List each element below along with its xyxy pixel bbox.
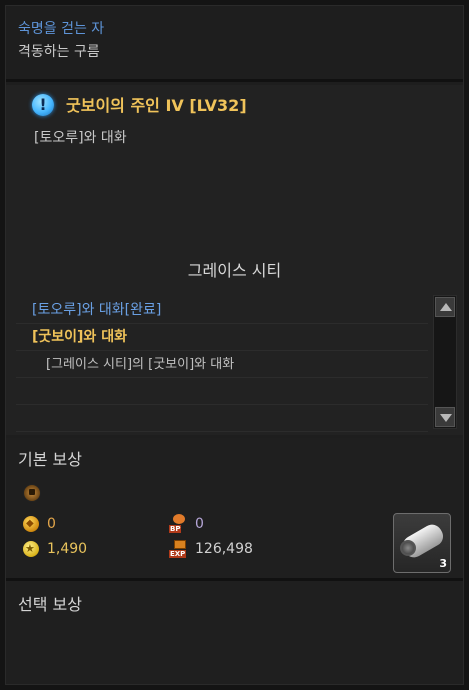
reward-item-slot[interactable]: 3 [393,513,451,573]
gold-coin-icon [23,514,39,534]
basic-rewards-title: 기본 보상 [18,450,82,469]
bp-value: 0 [195,516,204,532]
objective-subitem[interactable]: [그레이스 시티]의 [굿보이]와 대화 [16,351,428,378]
item-quantity: 3 [439,557,447,570]
arrow-up-icon [440,303,452,311]
objective-item[interactable]: [굿보이]와 대화 [16,324,428,351]
objective-empty-row [16,378,428,405]
objective-item[interactable]: [토오루]와 대화[완료] [16,297,428,324]
objective-list: [토오루]와 대화[완료] [굿보이]와 대화 [그레이스 시티]의 [굿보이]… [16,297,428,432]
scroll-down-button[interactable] [435,407,455,427]
choice-rewards-title: 선택 보상 [18,595,82,614]
quest-info-panel: 숙명을 걷는 자 격동하는 구름 ! 굿보이의 주인 IV [LV32] [토오… [5,5,464,685]
episode-title: 숙명을 걷는 자 [18,21,105,37]
medal-icon [23,484,41,502]
quest-title: 굿보이의 주인 IV [LV32] [66,96,247,115]
bp-icon-label: BP [169,525,182,533]
region-name: 그레이스 시티 [187,261,282,280]
objective-empty-row [16,405,428,432]
quest-description: [토오루]와 대화 [34,130,127,146]
quest-header: 숙명을 걷는 자 격동하는 구름 [6,6,463,78]
star-coin-icon [23,539,39,559]
choice-rewards: 선택 보상 [6,581,463,684]
basic-rewards: 기본 보상 0 BP 0 1,490 EXP 126,498 3 [6,438,463,578]
exp-icon: EXP [169,539,191,559]
exclamation-icon: ! [32,94,54,116]
canister-cap [400,540,416,556]
bp-icon: BP [169,514,189,534]
exp-icon-label: EXP [169,550,187,558]
arrow-down-icon [440,414,452,422]
divider [6,79,463,82]
scroll-up-button[interactable] [435,297,455,317]
objective-scrollbar[interactable] [433,295,457,429]
silver-value: 1,490 [47,541,88,557]
chapter-title: 격동하는 구름 [18,44,100,60]
gold-value: 0 [47,516,56,532]
quest-details: ! 굿보이의 주인 IV [LV32] [토오루]와 대화 그레이스 시티 [토… [6,85,463,435]
exp-value: 126,498 [195,541,253,557]
